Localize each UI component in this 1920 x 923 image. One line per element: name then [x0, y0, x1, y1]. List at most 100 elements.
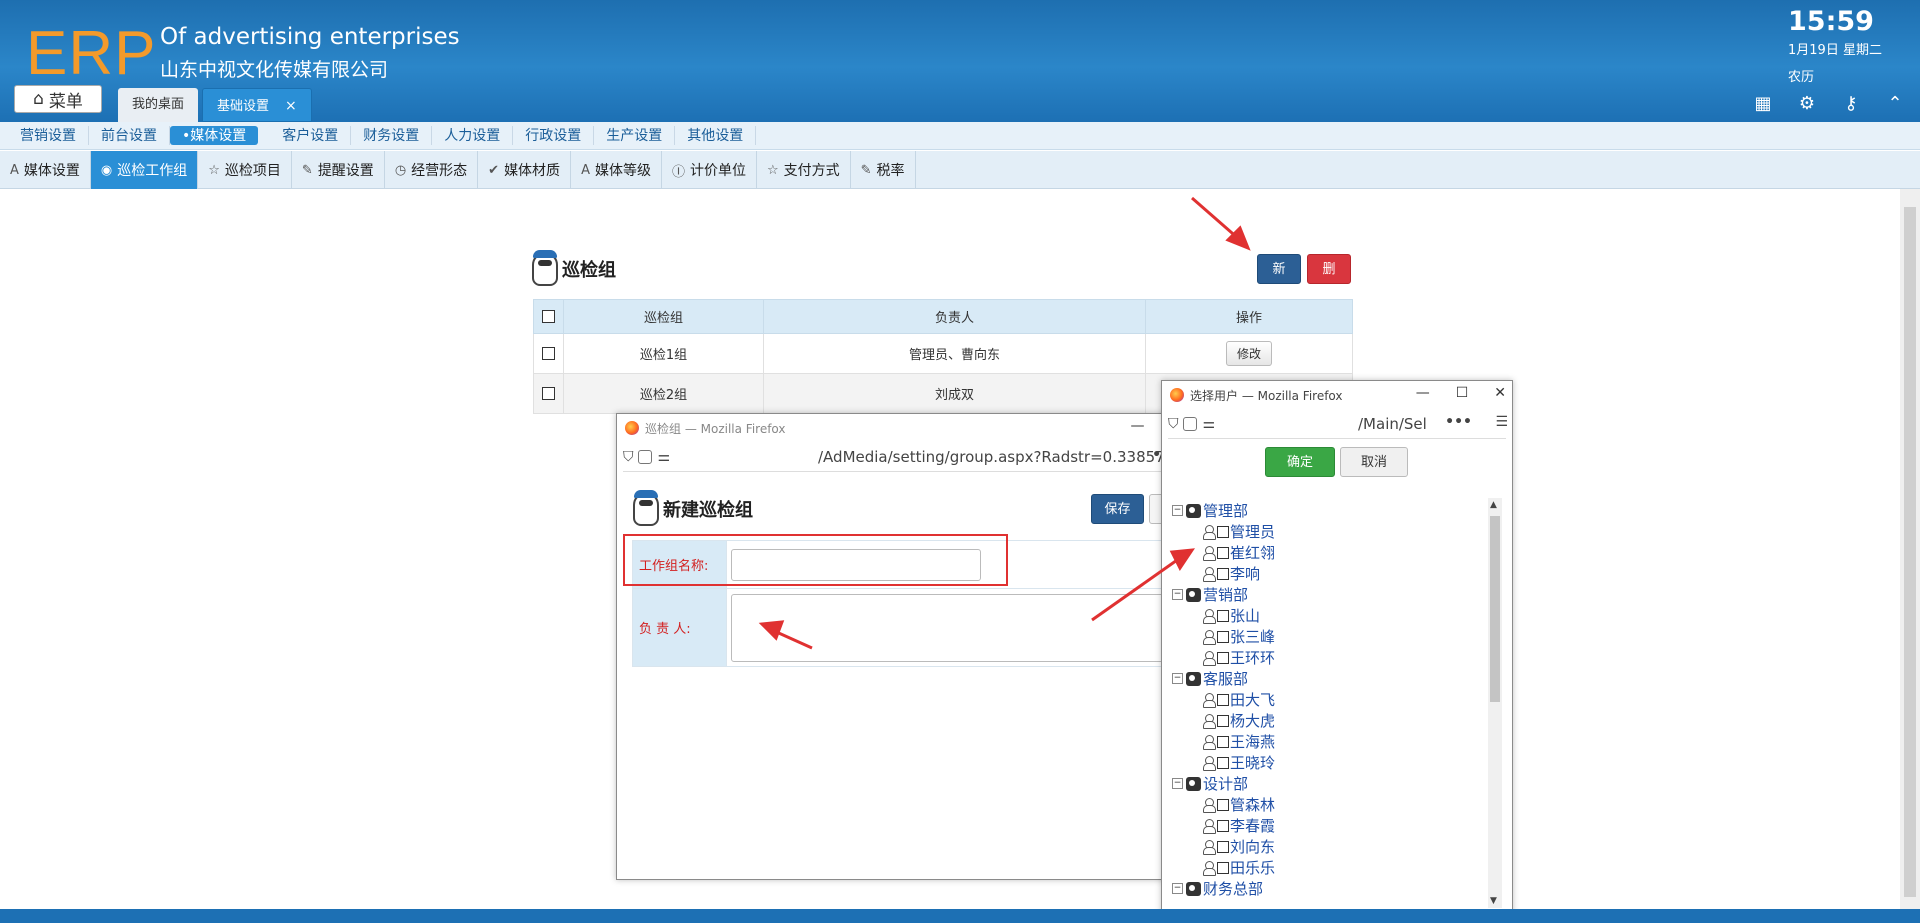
tree-dept[interactable]: − 管理部	[1172, 500, 1480, 521]
gear-icon[interactable]: ⚙	[1796, 92, 1818, 114]
nav-front-desk[interactable]: 前台设置	[89, 126, 170, 145]
user-checkbox[interactable]	[1217, 630, 1229, 643]
select-all-checkbox[interactable]	[542, 310, 555, 323]
url-text: /AdMedia/setting/group.aspx?Radstr=0.338…	[818, 447, 1175, 466]
tree-user[interactable]: 王晓玲	[1172, 752, 1480, 773]
subtab-inspection-group[interactable]: ◉ 巡检工作组	[90, 151, 199, 189]
tree-user[interactable]: 张三峰	[1172, 626, 1480, 647]
edit-button[interactable]: 修改	[1225, 341, 1272, 366]
key-icon[interactable]: ⚷	[1840, 92, 1862, 114]
user-icon	[1202, 713, 1216, 729]
collapse-icon[interactable]: −	[1172, 673, 1183, 684]
clock-time: 15:59	[1788, 6, 1874, 37]
user-checkbox[interactable]	[1217, 861, 1229, 874]
tree-user[interactable]: 管理员	[1172, 521, 1480, 542]
tree-dept[interactable]: − 营销部	[1172, 584, 1480, 605]
minimize-icon[interactable]: —	[1130, 418, 1144, 434]
tree-user[interactable]: 田大飞	[1172, 689, 1480, 710]
collapse-icon[interactable]: −	[1172, 589, 1183, 600]
tree-user[interactable]: 崔红翎	[1172, 542, 1480, 563]
confirm-button[interactable]: 确定	[1265, 447, 1335, 477]
nav-admin[interactable]: 行政设置	[513, 126, 595, 145]
mascot-icon	[633, 490, 659, 526]
scroll-up-icon[interactable]: ▲	[1490, 500, 1497, 510]
add-button[interactable]: 新增	[1257, 254, 1301, 307]
delete-button[interactable]: 删除	[1307, 254, 1351, 307]
tab-basic-settings[interactable]: 基础设置 ×	[202, 88, 312, 122]
tree-user[interactable]: 张山	[1172, 605, 1480, 626]
subtab-inspection-items[interactable]: ☆ 巡检项目	[198, 151, 292, 189]
user-checkbox[interactable]	[1217, 756, 1229, 769]
nav-hr[interactable]: 人力设置	[432, 126, 514, 145]
owner-label: 负 责 人:	[632, 588, 727, 667]
save-button[interactable]: 保存	[1091, 494, 1144, 524]
more-icon[interactable]: •••	[1445, 414, 1472, 430]
subtab-media-level[interactable]: A 媒体等级	[571, 151, 662, 189]
owner-input[interactable]	[731, 593, 1191, 662]
close-icon[interactable]: ✕	[1494, 385, 1506, 401]
user-checkbox[interactable]	[1217, 567, 1229, 580]
tree-dept[interactable]: − 设计部	[1172, 773, 1480, 794]
user-checkbox[interactable]	[1217, 735, 1229, 748]
pencil-icon: ✎	[301, 162, 313, 178]
form-title: 新建巡检组	[633, 490, 753, 526]
tree-user[interactable]: 王海燕	[1172, 731, 1480, 752]
collapse-icon[interactable]: −	[1172, 883, 1183, 894]
subtab-tax-rate[interactable]: ✎ 税率	[851, 151, 916, 189]
nav-other[interactable]: 其他设置	[675, 126, 757, 145]
user-checkbox[interactable]	[1217, 798, 1229, 811]
tree-user[interactable]: 李响	[1172, 563, 1480, 584]
chevron-up-circle-icon[interactable]: ⌃	[1884, 92, 1906, 114]
tree-user[interactable]: 杨大虎	[1172, 710, 1480, 731]
tree-scrollbar[interactable]: ▲ ▼	[1488, 498, 1502, 908]
subtab-pricing-unit[interactable]: Ⓘ 计价单位	[662, 151, 757, 189]
tree-user[interactable]: 李春霞	[1172, 815, 1480, 836]
nav-marketing[interactable]: 营销设置	[8, 126, 89, 145]
cancel-button[interactable]: 取消	[1340, 447, 1408, 477]
user-checkbox[interactable]	[1217, 693, 1229, 706]
menu-button[interactable]: ⌂ 菜单	[14, 85, 102, 113]
nav-finance[interactable]: 财务设置	[351, 126, 433, 145]
hamburger-menu-icon[interactable]: ☰	[1495, 414, 1508, 430]
tree-user[interactable]: 刘向东	[1172, 836, 1480, 857]
minimize-icon[interactable]: —	[1416, 385, 1430, 401]
department-icon	[1186, 503, 1201, 518]
user-checkbox[interactable]	[1217, 609, 1229, 622]
close-icon[interactable]: ×	[285, 98, 297, 114]
maximize-icon[interactable]: ☐	[1456, 385, 1469, 401]
collapse-icon[interactable]: −	[1172, 505, 1183, 516]
collapse-icon[interactable]: −	[1172, 778, 1183, 789]
user-checkbox[interactable]	[1217, 819, 1229, 832]
subtab-business-form[interactable]: ◷ 经营形态	[385, 151, 479, 189]
tree-dept[interactable]: − 财务总部	[1172, 878, 1480, 899]
tree-dept[interactable]: − 客服部	[1172, 668, 1480, 689]
row-checkbox[interactable]	[542, 387, 555, 400]
tree-user[interactable]: 田乐乐	[1172, 857, 1480, 878]
url-bar[interactable]: ⛉ ⚌ /Main/Sel ••• ☰	[1168, 409, 1508, 439]
user-checkbox[interactable]	[1217, 714, 1229, 727]
user-checkbox[interactable]	[1217, 840, 1229, 853]
nav-customer[interactable]: 客户设置	[270, 126, 352, 145]
page-scrollbar-thumb[interactable]	[1904, 207, 1916, 897]
subtab-reminder[interactable]: ✎ 提醒设置	[292, 151, 385, 189]
user-checkbox[interactable]	[1217, 546, 1229, 559]
tab-desktop[interactable]: 我的桌面	[118, 88, 199, 122]
subtab-payment-method[interactable]: ☆ 支付方式	[757, 151, 851, 189]
nav-media[interactable]: •媒体设置	[170, 126, 259, 145]
subtab-label: 提醒设置	[317, 163, 374, 179]
department-icon	[1186, 671, 1201, 686]
url-bar[interactable]: ⛉ ⚌ /AdMedia/setting/group.aspx?Radstr=0…	[623, 442, 1183, 472]
page-scrollbar[interactable]	[1900, 189, 1920, 909]
grid-plus-icon[interactable]: ▦	[1752, 92, 1774, 114]
subtab-media-material[interactable]: ✔ 媒体材质	[478, 151, 572, 189]
user-checkbox[interactable]	[1217, 651, 1229, 664]
user-icon	[1202, 629, 1216, 645]
subtab-media-settings[interactable]: A 媒体设置	[0, 151, 91, 189]
row-checkbox[interactable]	[542, 347, 555, 360]
scroll-down-icon[interactable]: ▼	[1490, 896, 1497, 906]
user-checkbox[interactable]	[1217, 525, 1229, 538]
tree-user[interactable]: 王环环	[1172, 647, 1480, 668]
tree-user[interactable]: 管森林	[1172, 794, 1480, 815]
scrollbar-thumb[interactable]	[1490, 516, 1500, 702]
nav-production[interactable]: 生产设置	[594, 126, 676, 145]
